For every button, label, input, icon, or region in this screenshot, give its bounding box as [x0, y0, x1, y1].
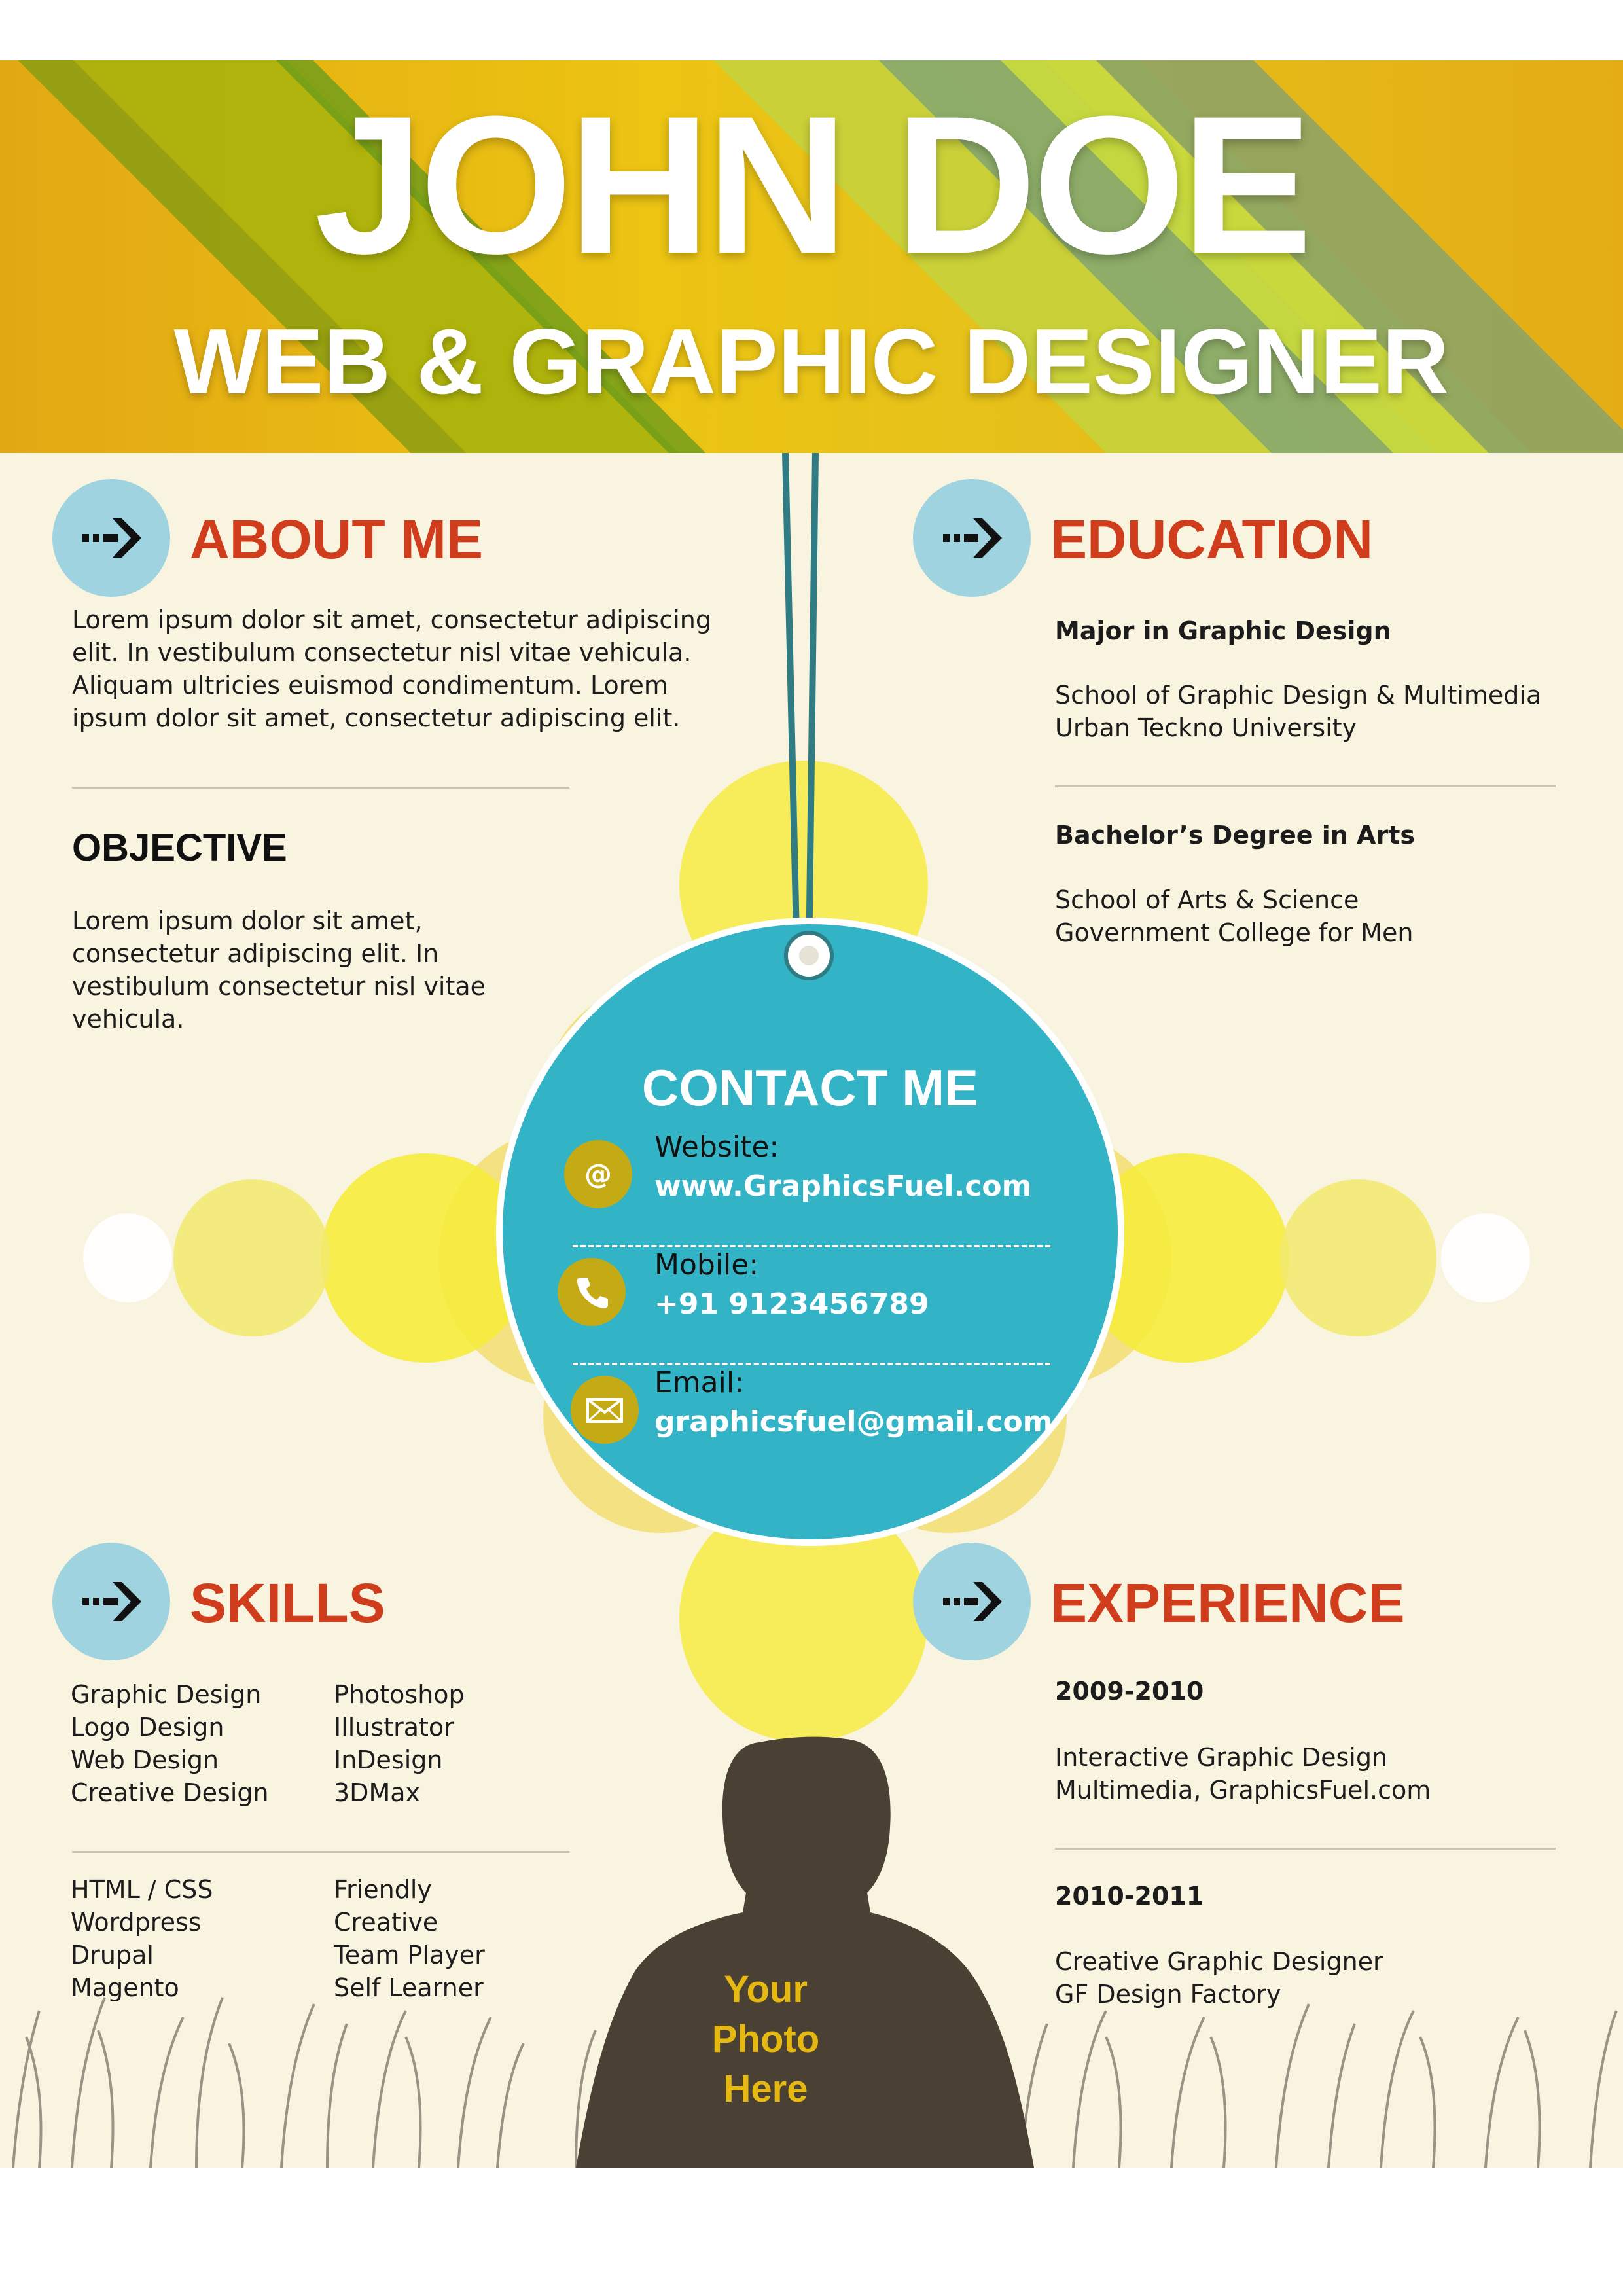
grass-blade: [457, 2017, 492, 2168]
grass-blade: [149, 2017, 185, 2168]
grass-blade: [1524, 2030, 1541, 2168]
grass-blade: [1170, 2017, 1205, 2168]
grass-blade: [404, 2036, 422, 2168]
grass-blade: [496, 2043, 525, 2168]
grass-blade: [1419, 2036, 1436, 2168]
grass-blade: [1380, 2010, 1415, 2168]
grass-blade: [1209, 2036, 1227, 2168]
resume-page: JOHN DOE WEB & GRAPHIC DESIGNER ABOUT ME…: [0, 60, 1623, 2168]
grass-blade: [372, 2010, 407, 2168]
grass-blade: [195, 1997, 224, 2168]
grass-blade: [1484, 2017, 1520, 2168]
grass-blade: [1589, 2010, 1618, 2168]
grass-blade: [1275, 2003, 1310, 2168]
grass-blade: [1105, 2036, 1122, 2168]
grass-and-silhouette: [12, 1736, 1618, 2168]
grass-blade: [1072, 2010, 1107, 2168]
photo-line: Your: [724, 1968, 808, 2011]
grass-blade: [228, 2043, 245, 2168]
grass-blade: [97, 2030, 115, 2168]
photo-placeholder-text: Your Photo Here: [681, 1965, 851, 2114]
grass-blade: [326, 2023, 348, 2168]
grass-blade: [1327, 2023, 1356, 2168]
grass-blade: [280, 2003, 315, 2168]
photo-line: Photo: [711, 2018, 820, 2060]
grass-blade: [12, 2010, 41, 2168]
grass-blade: [71, 1997, 106, 2168]
photo-line: Here: [723, 2068, 808, 2110]
